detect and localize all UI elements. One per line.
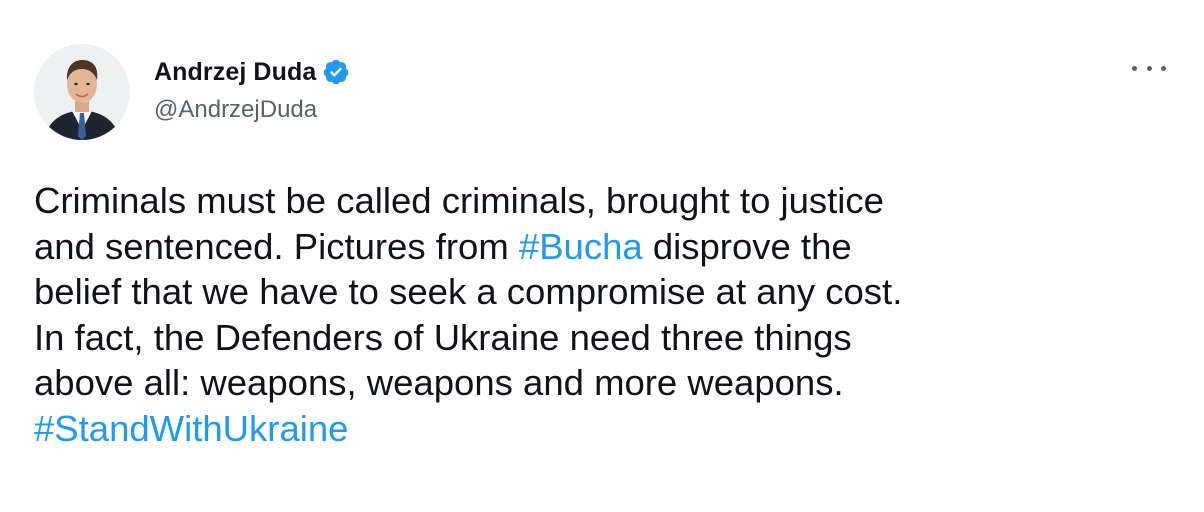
tweet-text-segment: and sentenced. Pictures from	[34, 225, 519, 267]
tweet-line: Criminals must be called criminals, brou…	[34, 180, 884, 221]
tweet-card: Andrzej Duda @AndrzejDuda Criminals must…	[0, 0, 1204, 512]
dot	[1146, 65, 1152, 71]
hashtag-link-bucha[interactable]: #Bucha	[519, 226, 643, 267]
tweet-line: belief that we have to seek a compromise…	[34, 271, 903, 312]
verified-badge-icon	[322, 58, 350, 86]
more-options-icon[interactable]	[1132, 58, 1166, 78]
author-name-row: Andrzej Duda	[154, 56, 350, 88]
tweet-text: Criminals must be called criminals, brou…	[34, 178, 1174, 451]
hashtag-link-standwithukraine[interactable]: #StandWithUkraine	[34, 408, 348, 449]
tweet-line: and sentenced. Pictures from #Bucha disp…	[34, 224, 1174, 270]
author-display-name[interactable]: Andrzej Duda	[154, 58, 316, 87]
tweet-line: above all: weapons, weapons and more wea…	[34, 362, 844, 403]
tweet-line: In fact, the Defenders of Ukraine need t…	[34, 316, 852, 358]
author-handle[interactable]: @AndrzejDuda	[154, 96, 317, 124]
tweet-line: #StandWithUkraine	[34, 406, 1174, 452]
dot	[1161, 65, 1166, 71]
tweet-text-segment: disprove the	[642, 225, 852, 267]
avatar[interactable]	[34, 44, 130, 140]
profile-photo-icon	[34, 44, 130, 140]
dot	[1132, 65, 1137, 71]
